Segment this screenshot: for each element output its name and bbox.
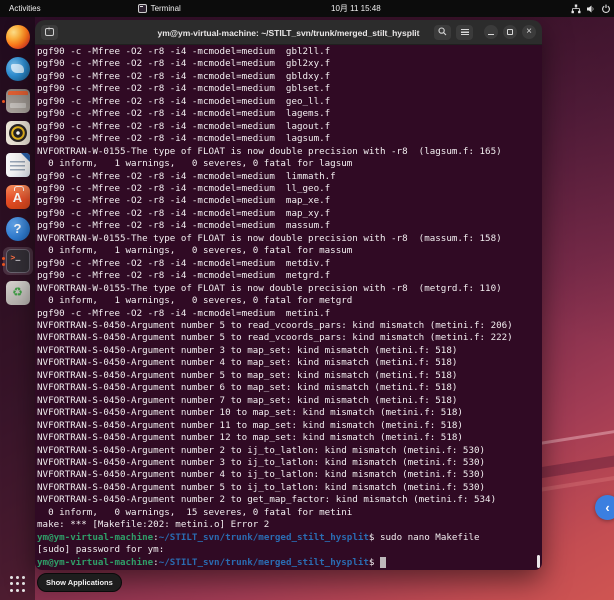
software-icon [6,185,30,209]
new-tab-button[interactable] [41,25,58,40]
dock-item-rhythmbox[interactable] [3,119,33,147]
maximize-button[interactable] [503,25,517,39]
firefox-icon [6,25,30,49]
system-status-area[interactable] [571,0,611,17]
rhythmbox-icon [6,121,30,145]
terminal-line: pgf90 -c -Mfree -O2 -r8 -i4 -mcmodel=med… [37,108,542,120]
terminal-output[interactable]: pgf90 -c -Mfree -O2 -r8 -i4 -mcmodel=med… [35,45,542,570]
dock-item-software[interactable] [3,183,33,211]
terminal-line: make: *** [Makefile:202: metini.o] Error… [37,519,542,531]
terminal-line: pgf90 -c -Mfree -O2 -r8 -i4 -mcmodel=med… [37,195,542,207]
terminal-line: NVFORTRAN-S-0450-Argument number 2 to ij… [37,445,542,457]
terminal-line: 0 inform, 1 warnings, 0 severes, 0 fatal… [37,295,542,307]
terminal-line: pgf90 -c -Mfree -O2 -r8 -i4 -mcmodel=med… [37,121,542,133]
titlebar[interactable]: ym@ym-virtual-machine: ~/STILT_svn/trunk… [35,20,542,45]
activities-button[interactable]: Activities [0,0,50,17]
terminal-line: pgf90 -c -Mfree -O2 -r8 -i4 -mcmodel=med… [37,46,542,58]
terminal-line: pgf90 -c -Mfree -O2 -r8 -i4 -mcmodel=med… [37,133,542,145]
ubuntu-desktop: { "topbar": { "activities_label": "Activ… [0,0,614,600]
terminal-line: NVFORTRAN-W-0155-The type of FLOAT is no… [37,283,542,295]
terminal-line: pgf90 -c -Mfree -O2 -r8 -i4 -mcmodel=med… [37,308,542,320]
terminal-line: pgf90 -c -Mfree -O2 -r8 -i4 -mcmodel=med… [37,58,542,70]
terminal-line: NVFORTRAN-S-0450-Argument number 3 to ma… [37,345,542,357]
terminal-line: ym@ym-virtual-machine:~/STILT_svn/trunk/… [37,532,542,544]
terminal-line: NVFORTRAN-S-0450-Argument number 7 to ma… [37,395,542,407]
network-icon [571,4,581,14]
running-indicator [2,100,5,103]
focused-app-name: Terminal [151,4,181,13]
terminal-line: pgf90 -c -Mfree -O2 -r8 -i4 -mcmodel=med… [37,83,542,95]
files-icon [6,89,30,113]
terminal-line: NVFORTRAN-S-0450-Argument number 5 to re… [37,332,542,344]
volume-icon [586,4,596,14]
terminal-line: NVFORTRAN-W-0155-The type of FLOAT is no… [37,146,542,158]
terminal-line: NVFORTRAN-S-0450-Argument number 11 to m… [37,420,542,432]
edge-chevron-button[interactable]: ‹ [595,495,614,520]
dock-item-writer[interactable] [3,151,33,179]
trash-icon [6,281,30,305]
terminal-line: NVFORTRAN-S-0450-Argument number 2 to ge… [37,494,542,506]
clock[interactable]: 10月 11 15:48 [331,0,381,17]
thunderbird-icon [6,57,30,81]
dock-item-thunderbird[interactable] [3,55,33,83]
terminal-line: NVFORTRAN-S-0450-Argument number 3 to ij… [37,457,542,469]
terminal-app-icon [6,249,30,273]
terminal-line: ym@ym-virtual-machine:~/STILT_svn/trunk/… [37,557,542,569]
dock-item-firefox[interactable] [3,23,33,51]
minimize-button[interactable] [484,25,498,39]
terminal-line: pgf90 -c -Mfree -O2 -r8 -i4 -mcmodel=med… [37,258,542,270]
search-button[interactable] [434,25,451,40]
terminal-line: pgf90 -c -Mfree -O2 -r8 -i4 -mcmodel=med… [37,171,542,183]
dock-item-trash[interactable] [3,279,33,307]
terminal-line: pgf90 -c -Mfree -O2 -r8 -i4 -mcmodel=med… [37,220,542,232]
help-icon [6,217,30,241]
terminal-line: 0 inform, 1 warnings, 0 severes, 0 fatal… [37,245,542,257]
terminal-line: NVFORTRAN-S-0450-Argument number 5 to ij… [37,482,542,494]
terminal-line: NVFORTRAN-S-0450-Argument number 12 to m… [37,432,542,444]
terminal-line: 0 inform, 1 warnings, 0 severes, 0 fatal… [37,158,542,170]
terminal-line: NVFORTRAN-S-0450-Argument number 10 to m… [37,407,542,419]
scrollbar-thumb[interactable] [537,555,540,568]
window-title: ym@ym-virtual-machine: ~/STILT_svn/trunk… [157,20,419,45]
terminal-line: pgf90 -c -Mfree -O2 -r8 -i4 -mcmodel=med… [37,270,542,282]
running-indicator [2,263,5,266]
new-tab-icon [45,28,54,36]
terminal-line: NVFORTRAN-S-0450-Argument number 4 to ij… [37,469,542,481]
terminal-line: [sudo] password for ym: [37,544,542,556]
dock [0,17,35,600]
terminal-window-icon [138,4,147,13]
dock-item-terminal-app[interactable] [3,247,33,275]
dock-item-files[interactable] [3,87,33,115]
close-icon: × [526,27,532,37]
maximize-icon [507,29,513,35]
terminal-line: NVFORTRAN-S-0450-Argument number 6 to ma… [37,382,542,394]
writer-icon [6,153,30,177]
show-applications-button[interactable] [9,575,27,593]
power-icon [601,4,611,14]
close-button[interactable]: × [522,25,536,39]
focused-app-indicator[interactable]: Terminal [138,4,181,13]
running-indicator [2,257,5,260]
top-bar: Activities Terminal 10月 11 15:48 [0,0,614,17]
terminal-line: 0 inform, 0 warnings, 15 severes, 0 fata… [37,507,542,519]
chevron-left-icon: ‹ [605,500,609,515]
dock-items [0,23,35,307]
terminal-line: NVFORTRAN-S-0450-Argument number 5 to re… [37,320,542,332]
menu-button[interactable] [456,25,473,40]
terminal-line: pgf90 -c -Mfree -O2 -r8 -i4 -mcmodel=med… [37,96,542,108]
terminal-line: pgf90 -c -Mfree -O2 -r8 -i4 -mcmodel=med… [37,183,542,195]
terminal-line: NVFORTRAN-S-0450-Argument number 4 to ma… [37,357,542,369]
search-icon [438,23,447,41]
terminal-line: NVFORTRAN-W-0155-The type of FLOAT is no… [37,233,542,245]
show-applications-tooltip: Show Applications [37,573,122,592]
terminal-window: ym@ym-virtual-machine: ~/STILT_svn/trunk… [35,20,542,570]
dock-item-help[interactable] [3,215,33,243]
terminal-line: NVFORTRAN-S-0450-Argument number 5 to ma… [37,370,542,382]
minimize-icon [488,34,494,36]
menu-icon [461,29,469,35]
terminal-line: pgf90 -c -Mfree -O2 -r8 -i4 -mcmodel=med… [37,71,542,83]
terminal-line: pgf90 -c -Mfree -O2 -r8 -i4 -mcmodel=med… [37,208,542,220]
